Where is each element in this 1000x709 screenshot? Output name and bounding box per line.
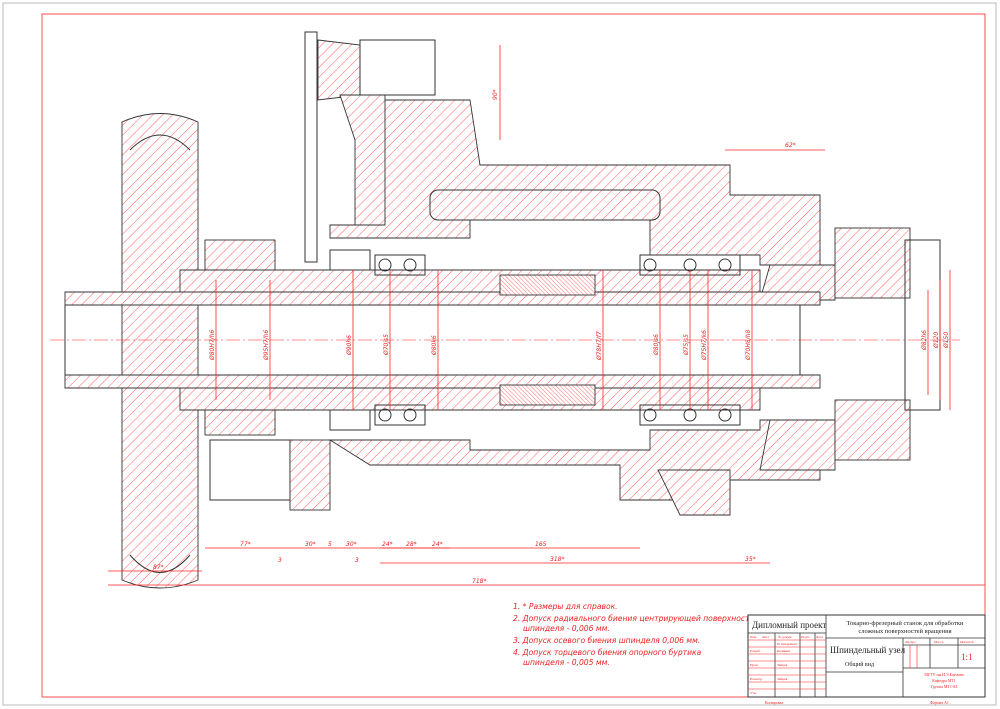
- dim-label: Ø80js6: [653, 334, 660, 356]
- note: 3. Допуск осевого биения шпинделя 0,006 …: [513, 636, 700, 645]
- header-izm: Изм.: [750, 635, 757, 639]
- signer-name: Зайцев: [777, 677, 788, 681]
- dim-label: 24*: [382, 541, 393, 548]
- header-doc: № докум.: [778, 635, 792, 639]
- dim-label: Ø70H8/h8: [745, 329, 752, 361]
- group: Группа МТ1-82: [931, 684, 957, 689]
- dim-label: 318*: [550, 556, 564, 563]
- role: Разраб.: [750, 649, 761, 653]
- dim-label: 718*: [472, 578, 486, 585]
- gear: [121, 113, 199, 589]
- signer-name: И. инкремент: [777, 642, 798, 646]
- note: 4. Допуск торцевого биения опорного бурт…: [513, 648, 702, 657]
- dim-label: Ø150: [943, 332, 950, 349]
- dim-label: 35*: [745, 556, 756, 563]
- note: 2. Допуск радиального биения центрирующе…: [513, 614, 754, 623]
- dim-label: Ø78H7/f7: [596, 331, 603, 361]
- dim-label: 165: [535, 541, 547, 548]
- header-sign: Подп.: [801, 635, 810, 639]
- machine-title-line2: сложных поверхностей вращения: [858, 628, 951, 635]
- dim-label: 87*: [153, 564, 164, 571]
- dim-label: 24*: [432, 541, 443, 548]
- signer-name: Зайцев: [777, 663, 788, 667]
- organization: МГТУ им.Н.Э.Баумана: [924, 672, 964, 677]
- assembly-drawing: 77* 30* 5 30* 24* 28* 24* 165 318* 35* 8…: [2, 2, 997, 706]
- dim-label: Ø75js5: [683, 334, 690, 356]
- dim-label: 77*: [240, 541, 251, 548]
- dim-label: 62*: [785, 142, 796, 149]
- assembly-name: Шпиндельный узел: [830, 645, 906, 655]
- dim-label: Ø80H7/h6: [209, 329, 216, 361]
- header-scale: Масштаб: [960, 640, 974, 644]
- header-date: Дата: [816, 635, 823, 639]
- dim-label: Ø90h6: [346, 335, 353, 356]
- header-list: Лист: [762, 635, 770, 639]
- dim-label: 30*: [346, 541, 357, 548]
- note: шпинделя - 0,005 мм.: [523, 658, 610, 667]
- copied-label: Копировал: [765, 700, 783, 705]
- dim-label: 30*: [305, 541, 316, 548]
- dim-label: Ø75H7/k6: [701, 330, 708, 361]
- leader-label: 3: [278, 557, 282, 564]
- note: 1. * Размеры для справок.: [513, 602, 618, 611]
- role: Утв.: [750, 691, 757, 695]
- dim-label: 90*: [492, 89, 499, 100]
- dim-label: Ø120: [933, 332, 940, 349]
- dimension-lines: [108, 45, 985, 586]
- role: Пров.: [750, 663, 759, 667]
- header-mass: Масса: [934, 640, 944, 644]
- project-type: Дипломный проект: [752, 620, 826, 630]
- dim-label: Ø70js5: [383, 334, 390, 356]
- note: шпинделя - 0,006 мм.: [523, 624, 610, 633]
- dim-label: Ø82h6: [921, 330, 928, 351]
- dim-label: 5: [328, 541, 332, 548]
- signer-name: Калинин: [777, 649, 790, 653]
- scale-value: 1:1: [961, 652, 973, 662]
- view-name: Общий вид: [845, 661, 874, 668]
- department: Кафедра МТ1: [932, 678, 956, 683]
- machine-title-line1: Токарно-фрезерный станок для обработки: [847, 620, 964, 627]
- dim-label: Ø80k6: [431, 335, 438, 356]
- header-litera: Литера: [905, 640, 916, 644]
- role: Н.контр.: [750, 677, 763, 681]
- format-label: Формат А1: [930, 700, 949, 705]
- title-block: Дипломный проект Токарно-фрезерный стано…: [747, 614, 986, 705]
- technical-notes: 1. * Размеры для справок. 2. Допуск ради…: [513, 602, 754, 667]
- leader-label: 3: [355, 557, 359, 564]
- housing: [328, 99, 821, 516]
- dim-label: 28*: [406, 541, 417, 548]
- dim-label: Ø95H7/h6: [263, 329, 270, 361]
